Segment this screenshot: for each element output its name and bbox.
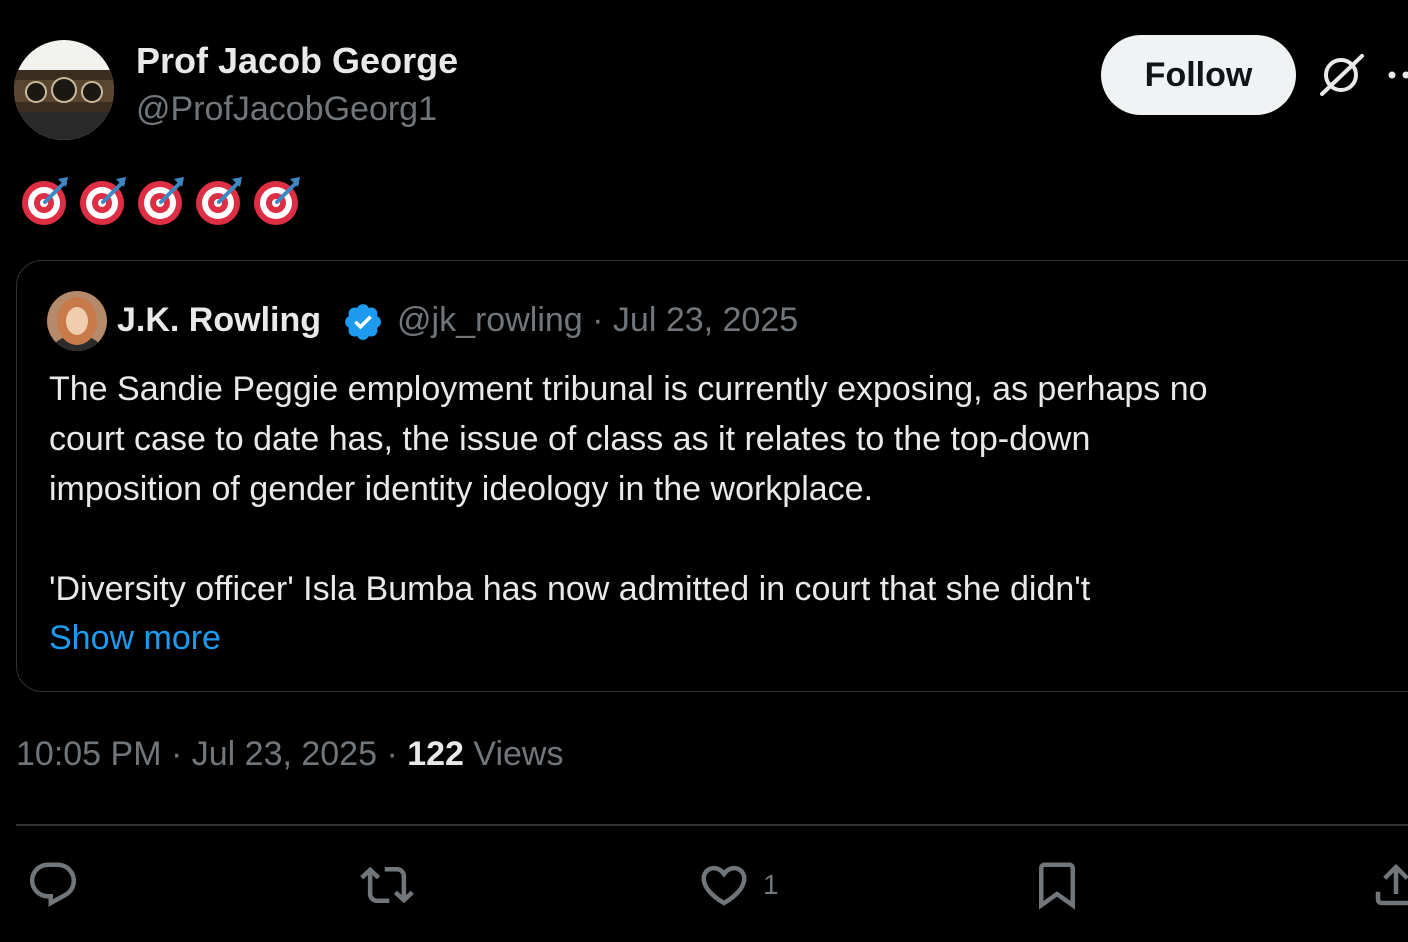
share-icon bbox=[1375, 863, 1408, 906]
repost-icon bbox=[360, 866, 414, 904]
post-timestamp[interactable]: 10:05 PM · Jul 23, 2025 · bbox=[16, 735, 407, 773]
author-handle[interactable]: @ProfJacobGeorg1 bbox=[136, 90, 437, 129]
like-icon bbox=[701, 865, 747, 906]
quoted-text-line: 'Diversity officer' Isla Bumba has now a… bbox=[49, 570, 1091, 608]
quoted-author-name[interactable]: J.K. Rowling bbox=[117, 301, 321, 340]
quoted-text-line: The Sandie Peggie employment tribunal is… bbox=[49, 370, 1208, 408]
views-label: Views bbox=[463, 735, 564, 773]
target-emoji-icon bbox=[134, 173, 188, 227]
quoted-text-line: court case to date has, the issue of cla… bbox=[49, 420, 1091, 458]
grok-icon[interactable] bbox=[1314, 48, 1368, 102]
verified-badge-icon[interactable] bbox=[342, 301, 384, 343]
like-count: 1 bbox=[763, 869, 779, 900]
like-button[interactable]: 1 bbox=[697, 858, 779, 912]
target-emoji-icon bbox=[192, 173, 246, 227]
quoted-post-card[interactable]: J.K. Rowling @jk_rowling · Jul 23, 2025 … bbox=[16, 260, 1408, 692]
target-emoji-icon bbox=[18, 173, 72, 227]
follow-button[interactable]: Follow bbox=[1101, 35, 1296, 115]
author-display-name[interactable]: Prof Jacob George bbox=[136, 40, 458, 82]
reply-icon bbox=[29, 862, 77, 907]
repost-button[interactable] bbox=[358, 858, 416, 912]
share-button[interactable] bbox=[1366, 858, 1408, 912]
bookmark-button[interactable] bbox=[1030, 858, 1084, 912]
post-text-emojis bbox=[18, 173, 304, 227]
views-count: 122 bbox=[407, 735, 464, 773]
divider bbox=[16, 824, 1408, 826]
quoted-post-meta[interactable]: @jk_rowling · Jul 23, 2025 bbox=[397, 301, 798, 340]
show-more-link[interactable]: Show more bbox=[49, 613, 221, 663]
target-emoji-icon bbox=[250, 173, 304, 227]
quoted-post-text: The Sandie Peggie employment tribunal is… bbox=[49, 364, 1379, 614]
quoted-author-avatar[interactable] bbox=[47, 291, 107, 351]
bookmark-icon bbox=[1039, 862, 1075, 910]
quoted-text-line: imposition of gender identity ideology i… bbox=[49, 470, 874, 508]
author-avatar[interactable] bbox=[14, 40, 114, 140]
target-emoji-icon bbox=[76, 173, 130, 227]
post-meta-line: 10:05 PM · Jul 23, 2025 · 122 Views bbox=[16, 735, 563, 774]
more-options-icon[interactable] bbox=[1386, 64, 1408, 86]
reply-button[interactable] bbox=[26, 858, 80, 912]
